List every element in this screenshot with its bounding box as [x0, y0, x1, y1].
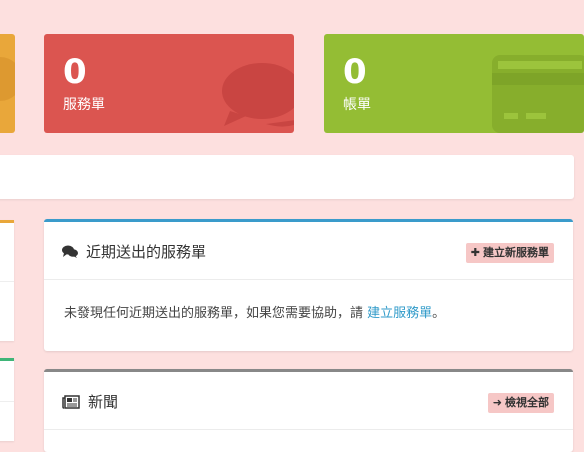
plus-icon: ✚ [470, 246, 480, 259]
panel-title: 新聞 [62, 391, 118, 413]
recent-tickets-title: 近期送出的服務單 [86, 243, 207, 261]
invoices-label: 帳單 [343, 97, 371, 113]
tickets-count: 0 [63, 52, 87, 92]
news-title: 新聞 [88, 393, 119, 411]
invoices-stat-tile[interactable]: 0 帳單 [324, 34, 584, 133]
newspaper-icon [62, 395, 80, 413]
open-ticket-link[interactable]: 建立服務單 [367, 306, 432, 321]
tickets-stat-tile[interactable]: 0 服務單 [44, 34, 294, 133]
comments-icon [222, 63, 294, 127]
view-all-button[interactable]: ➜ 檢視全部 [487, 393, 554, 413]
view-all-label: 檢視全部 [505, 396, 549, 409]
empty-message-end: 。 [432, 306, 446, 321]
side-panel-partial-2 [0, 358, 14, 441]
tickets-label: 服務單 [63, 97, 105, 113]
search-bar-container[interactable] [0, 155, 574, 199]
recent-tickets-body: 未發現任何近期送出的服務單，如果您需要協助，請 建立服務單。 [44, 280, 573, 343]
side-panel-partial [0, 220, 14, 341]
panel-header: 新聞 ➜ 檢視全部 [44, 372, 573, 430]
recent-tickets-panel: 近期送出的服務單 ✚ 建立新服務單 未發現任何近期送出的服務單，如果您需要協助，請… [44, 219, 573, 351]
arrow-right-icon: ➜ [492, 396, 502, 409]
news-panel: 新聞 ➜ 檢視全部 [44, 369, 573, 452]
stat-tile-partial[interactable] [0, 34, 15, 133]
tile-decoration-icon [0, 57, 15, 101]
credit-card-icon [492, 55, 584, 133]
panel-title: 近期送出的服務單 [62, 241, 206, 263]
invoices-count: 0 [343, 52, 367, 92]
new-ticket-button[interactable]: ✚ 建立新服務單 [465, 243, 554, 263]
comments-icon [62, 245, 78, 263]
panel-header: 近期送出的服務單 ✚ 建立新服務單 [44, 222, 573, 280]
new-ticket-button-label: 建立新服務單 [483, 246, 549, 259]
empty-message: 未發現任何近期送出的服務單，如果您需要協助，請 [64, 306, 364, 321]
